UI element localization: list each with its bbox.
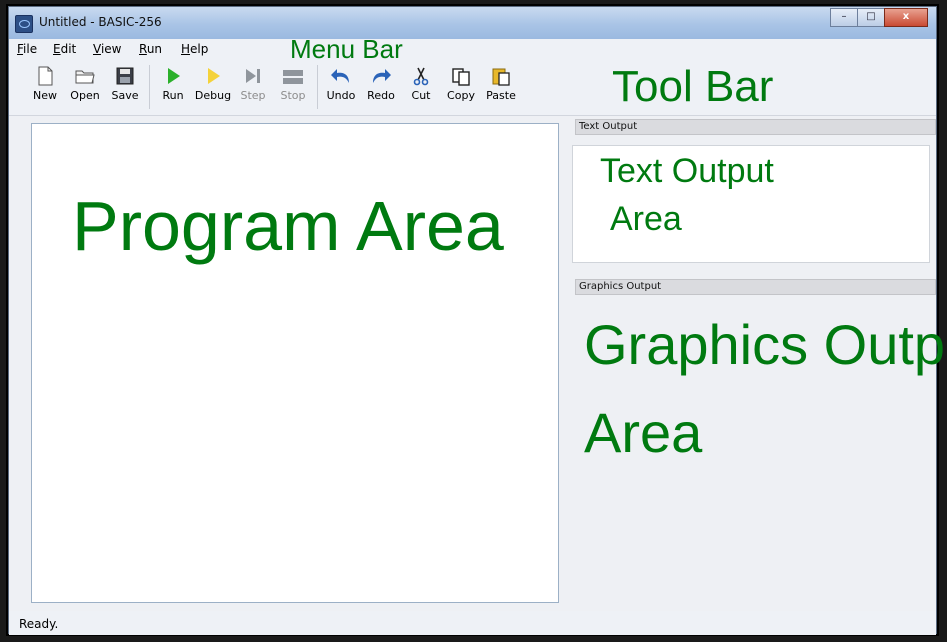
graphics-output-area-annotation-1: Graphics Output: [584, 313, 947, 376]
step-icon: [242, 65, 264, 87]
copy-label: Copy: [447, 89, 475, 102]
graphics-output-header: Graphics Output: [575, 279, 936, 295]
redo-arrow-icon: [370, 65, 392, 87]
maximize-button[interactable]: □: [857, 8, 885, 27]
window-controls: – □ x: [830, 8, 928, 27]
graphics-output-area-annotation-2: Area: [584, 401, 703, 464]
save-label: Save: [111, 89, 139, 102]
run-label: Run: [162, 89, 184, 102]
text-output-header: Text Output: [575, 119, 936, 135]
stop-button[interactable]: Stop: [273, 65, 313, 102]
undo-label: Undo: [326, 89, 356, 102]
close-button[interactable]: x: [884, 8, 928, 27]
undo-button[interactable]: Undo: [321, 65, 361, 102]
paste-icon: [490, 65, 512, 87]
new-button[interactable]: New: [25, 65, 65, 102]
toolbar-separator: [317, 65, 318, 109]
menu-bar-annotation: Menu Bar: [290, 34, 403, 64]
redo-button[interactable]: Redo: [361, 65, 401, 102]
cut-button[interactable]: Cut: [401, 65, 441, 102]
debug-play-icon: [202, 65, 224, 87]
menu-view[interactable]: View: [93, 42, 121, 56]
folder-open-icon: [74, 65, 96, 87]
paste-label: Paste: [486, 89, 516, 102]
basic256-app-icon[interactable]: [15, 15, 33, 33]
menu-bar: File Edit View Run Help: [9, 39, 936, 59]
menu-file[interactable]: File: [17, 42, 37, 56]
toolbar-separator: [149, 65, 150, 109]
copy-button[interactable]: Copy: [441, 65, 481, 102]
menu-edit[interactable]: Edit: [53, 42, 76, 56]
status-bar: Ready.: [9, 611, 936, 635]
step-label: Step: [240, 89, 266, 102]
open-button[interactable]: Open: [65, 65, 105, 102]
tool-bar: New Open Save Run Debug Step Stop Undo R…: [9, 59, 936, 116]
open-label: Open: [70, 89, 100, 102]
new-file-icon: [34, 65, 56, 87]
menu-help[interactable]: Help: [181, 42, 208, 56]
program-area-annotation: Program Area: [72, 187, 504, 265]
undo-arrow-icon: [330, 65, 352, 87]
window-title: Untitled - BASIC-256: [39, 15, 162, 29]
scissors-icon: [410, 65, 432, 87]
play-icon: [162, 65, 184, 87]
title-bar[interactable]: Untitled - BASIC-256 – □ x: [9, 7, 936, 39]
step-button[interactable]: Step: [233, 65, 273, 102]
text-output-area-annotation-2: Area: [610, 200, 682, 238]
new-label: New: [33, 89, 57, 102]
minimize-button[interactable]: –: [830, 8, 858, 27]
redo-label: Redo: [367, 89, 395, 102]
debug-label: Debug: [194, 89, 232, 102]
save-button[interactable]: Save: [105, 65, 145, 102]
run-button[interactable]: Run: [153, 65, 193, 102]
tool-bar-annotation: Tool Bar: [612, 62, 774, 111]
cut-label: Cut: [411, 89, 431, 102]
text-output-area-annotation-1: Text Output: [600, 152, 774, 190]
status-text: Ready.: [19, 617, 59, 631]
stop-icon: [282, 65, 304, 87]
menu-run[interactable]: Run: [139, 42, 162, 56]
stop-label: Stop: [280, 89, 306, 102]
floppy-disk-icon: [114, 65, 136, 87]
paste-button[interactable]: Paste: [481, 65, 521, 102]
debug-button[interactable]: Debug: [193, 65, 233, 102]
copy-icon: [450, 65, 472, 87]
